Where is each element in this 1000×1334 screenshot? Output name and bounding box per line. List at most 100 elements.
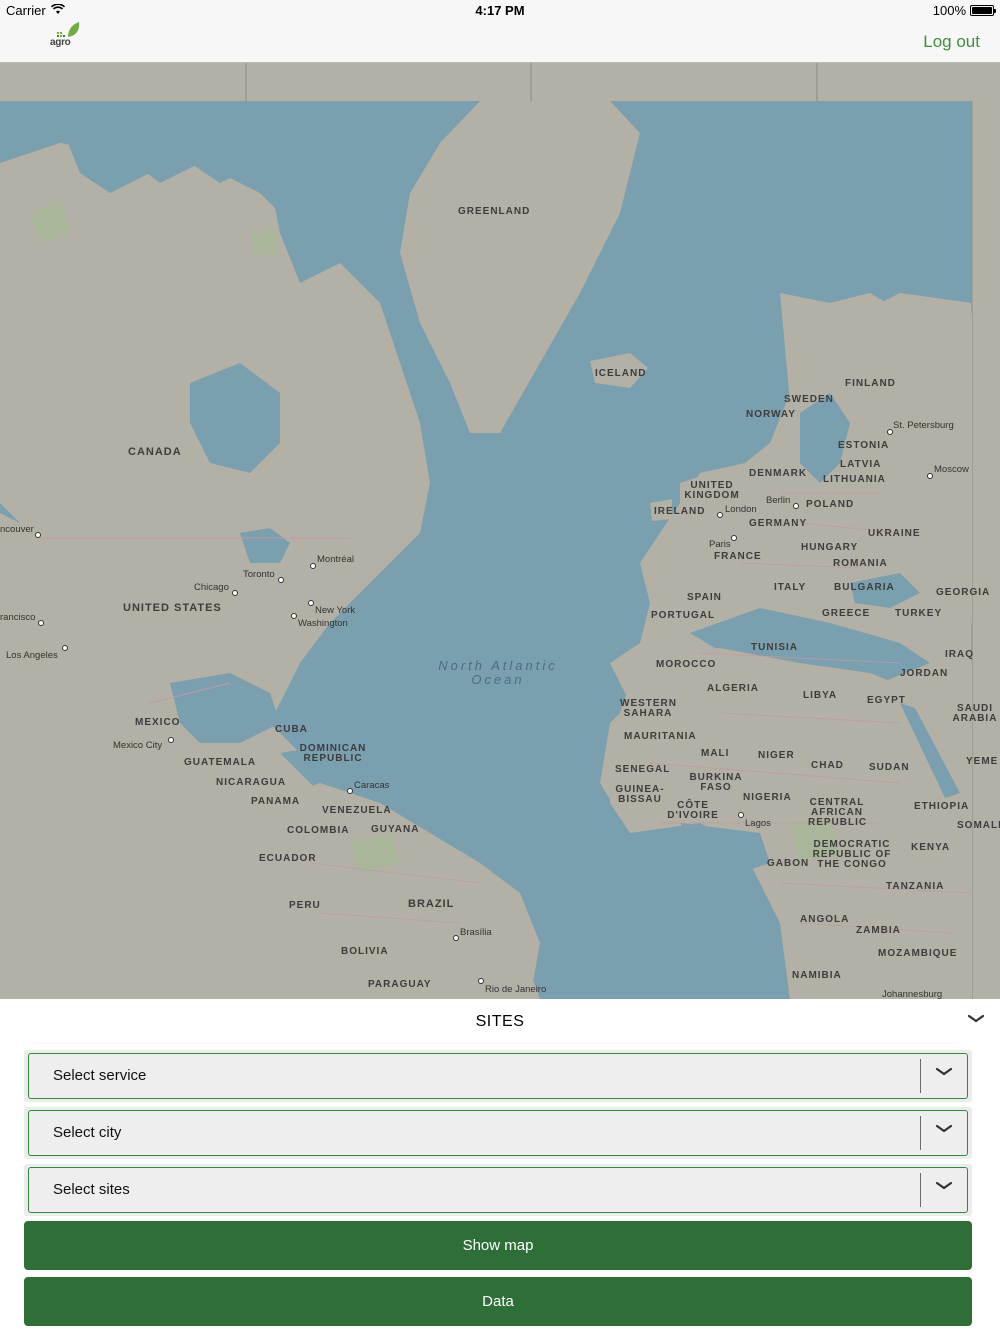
map-label-city: Chicago [194,582,229,593]
map-label-country: MEXICO [135,717,181,728]
map-label-city: Moscow [934,464,969,475]
map-label-country: DENMARK [749,468,808,479]
map-label-country: JORDAN [900,668,949,679]
select-divider [920,1116,921,1150]
select-divider [920,1173,921,1207]
sites-select-label: Select sites [53,1181,130,1198]
map-label-country: BULGARIA [834,582,895,593]
map-label-city: Rio de Janeiro [485,984,547,995]
map-label-country: PANAMA [251,796,301,807]
map-label-country: PARAGUAY [368,979,432,990]
map-label-city: Mexico City [113,740,163,751]
city-marker [738,812,744,818]
map-label-country: ECUADOR [259,853,317,864]
map-label-country: UKRAINE [868,528,921,539]
map-label-country: MOROCCO [656,659,717,670]
map-label-country: FRANCE [714,551,762,562]
map-label-country: MAURITANIA [624,731,697,742]
map-label-ocean: North Atlantic Ocean [438,658,558,687]
map-label-city: Lagos [745,818,771,829]
city-marker [62,645,68,651]
map-label-country: CÔTE D'IVOIRE [667,800,719,821]
map-label-country: HUNGARY [801,542,859,553]
map-label-country: SENEGAL [615,764,671,775]
map-label-country: GEORGIA [936,587,991,598]
data-button[interactable]: Data [24,1277,972,1326]
city-select-container: Select city [24,1107,972,1159]
map-label-country: CHAD [811,760,844,771]
map-label-country: DOMINICAN REPUBLIC [299,743,367,764]
city-marker [347,788,353,794]
city-marker [453,935,459,941]
map-label-country: DEMOCRATIC REPUBLIC OF THE CONGO [812,839,892,870]
map-label-country: MOZAMBIQUE [878,948,958,959]
status-right: 100% [933,3,996,18]
chevron-down-icon[interactable] [935,1121,953,1139]
status-time: 4:17 PM [475,3,525,18]
map-label-country: NIGERIA [743,792,792,803]
map-label-country: IRAQ [945,649,974,660]
city-marker [291,613,297,619]
map-label-country: BRAZIL [408,898,455,910]
map-label-country: NICARAGUA [216,777,287,788]
map-label-country: KENYA [911,842,951,853]
map-label-country: PORTUGAL [651,610,716,621]
map-label-country: SPAIN [687,592,722,603]
map-label-city: Washington [298,618,348,629]
map-label-country: MALI [701,748,730,759]
map-label-country: GUYANA [371,824,420,835]
map-label-country: COLOMBIA [287,825,350,836]
map-label-country: YEME [966,756,999,767]
map-label-country: LITHUANIA [823,474,886,485]
map-label-country: CENTRAL AFRICAN REPUBLIC [808,797,868,828]
map-label-city: Johannesburg [882,989,943,999]
city-marker [232,590,238,596]
map-label-country: UNITED KINGDOM [684,480,740,501]
map-label-country: SWEDEN [784,394,834,405]
map-label-country: ZAMBIA [856,925,901,936]
panel-title: SITES [475,1013,525,1030]
chevron-down-icon[interactable] [935,1064,953,1082]
city-marker [38,620,44,626]
map-label-country: GERMANY [749,518,808,529]
map-label-country: ICELAND [595,368,647,379]
city-marker [308,600,314,606]
map-label-country: BOLIVIA [341,946,389,957]
map-label-country: VENEZUELA [322,805,392,816]
logo-text: agro [50,37,71,48]
city-marker [927,473,933,479]
sites-select[interactable]: Select sites [28,1167,968,1213]
city-marker [793,503,799,509]
map-label-country: BURKINA FASO [689,772,743,793]
map-label-country: TUNISIA [751,642,798,653]
map-label-country: ALGERIA [707,683,759,694]
city-select-label: Select city [53,1124,122,1141]
map-label-country: NORWAY [746,409,796,420]
map-label-country: GABON [767,858,810,869]
map-label-country: ESTONIA [838,440,890,451]
status-bar: Carrier 4:17 PM 100% [0,0,1000,22]
chevron-down-icon[interactable] [935,1178,953,1196]
map-label-city: Berlin [766,495,791,506]
logout-button[interactable]: Log out [923,32,980,52]
city-select[interactable]: Select city [28,1110,968,1156]
service-select-label: Select service [53,1067,147,1084]
map-label-city: Toronto [243,569,275,580]
chevron-down-icon[interactable] [966,1013,986,1027]
map-label-country: GREENLAND [458,206,531,217]
map-label-country: LATVIA [840,459,882,470]
city-marker [310,563,316,569]
map-label-country: SAUDI ARABIA [952,703,998,724]
map-label-city: rancisco [0,612,36,623]
world-map[interactable]: GREENLAND ICELAND CANADA UNITED STATES M… [0,63,1000,999]
show-map-button[interactable]: Show map [24,1221,972,1270]
map-label-country: POLAND [806,499,855,510]
map-label-country: GUATEMALA [184,757,257,768]
nav-bar: agro Log out [0,22,1000,63]
map-label-city: New York [315,605,356,616]
map-label-country: SUDAN [869,762,910,773]
map-label-country: ETHIOPIA [914,801,970,812]
sites-panel: SITES Select service Select city Select … [0,999,1000,1334]
map-label-country: ANGOLA [800,914,850,925]
service-select[interactable]: Select service [28,1053,968,1099]
